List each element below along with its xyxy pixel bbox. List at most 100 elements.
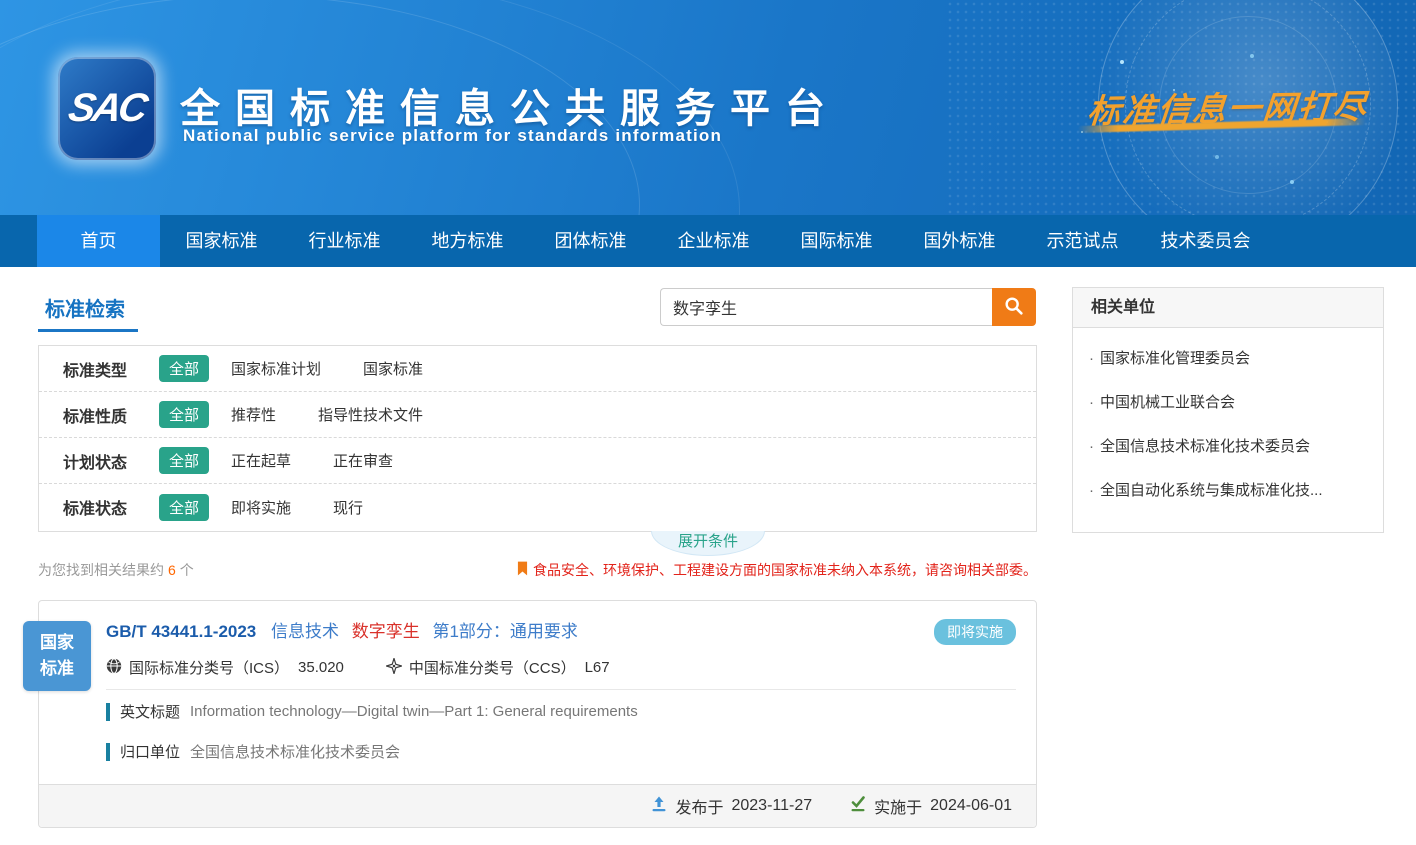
search-button[interactable] — [992, 288, 1036, 326]
published-date: 2023-11-27 — [731, 797, 812, 815]
field-label: 归口单位 — [120, 741, 180, 762]
sidebar-item-label: 全国自动化系统与集成标准化技... — [1100, 482, 1323, 499]
sidebar-item-automation-systems[interactable]: · 全国自动化系统与集成标准化技... — [1089, 469, 1367, 513]
nav-item-foreign-standards[interactable]: 国外标准 — [898, 215, 1021, 267]
sidebar-item-machinery-federation[interactable]: · 中国机械工业联合会 — [1089, 381, 1367, 425]
filter-all-badge[interactable]: 全部 — [159, 494, 209, 521]
standard-title-link[interactable]: GB/T 43441.1-2023 信息技术 数字孪生 第1部分：通用要求 — [106, 617, 578, 642]
list-bullet: · — [1089, 394, 1094, 411]
nav-item-pilot-demo[interactable]: 示范试点 — [1021, 215, 1144, 267]
sac-logo[interactable]: SAC — [58, 57, 156, 160]
publish-upload-icon — [651, 796, 667, 817]
sidebar-item-sac[interactable]: · 国家标准化管理委员会 — [1089, 337, 1367, 381]
published-label: 发布于 — [675, 794, 723, 818]
nav-item-industry-standards[interactable]: 行业标准 — [283, 215, 406, 267]
english-title-field: 英文标题 Information technology—Digital twin… — [106, 701, 638, 722]
implemented-label: 实施于 — [874, 794, 922, 818]
filter-option[interactable]: 国家标准计划 — [231, 358, 321, 379]
system-notice: 食品安全、环境保护、工程建设方面的国家标准未纳入本系统，请咨询相关部委。 — [517, 560, 1037, 580]
standard-title-part2: 第1部分：通用要求 — [432, 622, 577, 641]
sidebar-item-it-standardization[interactable]: · 全国信息技术标准化技术委员会 — [1089, 425, 1367, 469]
list-bullet: · — [1089, 438, 1094, 455]
filter-option[interactable]: 推荐性 — [231, 404, 276, 425]
implemented-date-item: 实施于 2024-06-01 — [850, 794, 1012, 818]
nav-item-home[interactable]: 首页 — [37, 215, 160, 267]
ics-value: 35.020 — [298, 659, 344, 676]
results-info-row: 为您找到相关结果约6个 食品安全、环境保护、工程建设方面的国家标准未纳入本系统，… — [38, 560, 1037, 580]
field-accent-bar — [106, 703, 110, 721]
page: SAC 全国标准信息公共服务平台 National public service… — [0, 0, 1416, 845]
filter-option[interactable]: 现行 — [333, 497, 363, 518]
status-badge: 即将实施 — [934, 619, 1016, 645]
filter-option[interactable]: 即将实施 — [231, 497, 291, 518]
nav-item-national-standards[interactable]: 国家标准 — [160, 215, 283, 267]
expand-conditions-button[interactable]: 展开条件 — [651, 531, 765, 556]
card-footer: 发布于 2023-11-27 实施于 2024-06-01 — [39, 784, 1036, 827]
related-units-list: · 国家标准化管理委员会 · 中国机械工业联合会 · 全国信息技术标准化技术委员会 ·… — [1073, 328, 1383, 513]
filter-label: 计划状态 — [63, 449, 133, 473]
filter-row-plan-status: 计划状态 全部 正在起草 正在审查 — [39, 438, 1036, 484]
filter-row-standard-status: 标准状态 全部 即将实施 现行 — [39, 484, 1036, 530]
results-count-prefix: 为您找到相关结果约 — [38, 562, 164, 578]
section-title-standard-search: 标准检索 — [45, 293, 125, 322]
nav-item-international-standards[interactable]: 国际标准 — [775, 215, 898, 267]
filter-all-badge[interactable]: 全部 — [159, 447, 209, 474]
globe-icon — [106, 658, 122, 678]
nav-item-technical-committees[interactable]: 技术委员会 — [1144, 215, 1267, 267]
ccs-value: L67 — [585, 659, 610, 676]
filter-row-standard-type: 标准类型 全部 国家标准计划 国家标准 — [39, 346, 1036, 392]
competent-unit-field: 归口单位 全国信息技术标准化技术委员会 — [106, 741, 400, 762]
main-nav: 首页 国家标准 行业标准 地方标准 团体标准 企业标准 国际标准 国外标准 示范… — [0, 215, 1416, 267]
related-units-title: 相关单位 — [1073, 288, 1383, 328]
filter-option[interactable]: 正在起草 — [231, 450, 291, 471]
standard-title-highlight: 数字孪生 — [352, 622, 420, 641]
implement-check-icon — [850, 796, 866, 817]
filter-panel: 标准类型 全部 国家标准计划 国家标准 标准性质 全部 推荐性 指导性技术文件 … — [38, 345, 1037, 532]
filter-option[interactable]: 正在审查 — [333, 450, 393, 471]
nav-item-local-standards[interactable]: 地方标准 — [406, 215, 529, 267]
sidebar-item-label: 全国信息技术标准化技术委员会 — [1100, 438, 1310, 455]
compass-icon — [386, 658, 402, 678]
site-subtitle: National public service platform for sta… — [183, 126, 722, 146]
nav-item-enterprise-standards[interactable]: 企业标准 — [652, 215, 775, 267]
list-bullet: · — [1089, 482, 1094, 499]
site-header: SAC 全国标准信息公共服务平台 National public service… — [0, 0, 1416, 215]
implemented-date: 2024-06-01 — [930, 797, 1012, 815]
field-accent-bar — [106, 743, 110, 761]
type-badge-line2: 标准 — [23, 656, 91, 682]
result-card: 国家 标准 GB/T 43441.1-2023 信息技术 数字孪生 第1部分：通… — [38, 600, 1037, 828]
sparkle-decoration — [1120, 60, 1124, 64]
filter-all-badge[interactable]: 全部 — [159, 355, 209, 382]
ics-meta: 国际标准分类号（ICS） 35.020 — [106, 657, 344, 678]
filter-option[interactable]: 国家标准 — [363, 358, 423, 379]
related-units-panel: 相关单位 · 国家标准化管理委员会 · 中国机械工业联合会 · 全国信息技术标准化技术… — [1072, 287, 1384, 533]
sac-logo-text: SAC — [65, 86, 148, 131]
filter-all-badge[interactable]: 全部 — [159, 401, 209, 428]
standard-title-part1: 信息技术 — [271, 622, 339, 641]
card-divider — [106, 689, 1016, 690]
type-badge-line1: 国家 — [23, 630, 91, 656]
nav-item-group-standards[interactable]: 团体标准 — [529, 215, 652, 267]
notice-text: 食品安全、环境保护、工程建设方面的国家标准未纳入本系统，请咨询相关部委。 — [533, 560, 1037, 580]
field-value: 全国信息技术标准化技术委员会 — [190, 741, 400, 762]
filter-label: 标准状态 — [63, 495, 133, 519]
classification-meta-row: 国际标准分类号（ICS） 35.020 中国标准分类号（CCS） L67 — [106, 657, 610, 678]
bookmark-icon — [517, 561, 528, 579]
results-count-suffix: 个 — [180, 562, 194, 578]
sidebar-item-label: 中国机械工业联合会 — [1100, 394, 1235, 411]
results-count-number: 6 — [168, 562, 176, 578]
search-input[interactable] — [660, 288, 992, 326]
filter-option[interactable]: 指导性技术文件 — [318, 404, 423, 425]
field-label: 英文标题 — [120, 701, 180, 722]
filter-label: 标准性质 — [63, 403, 133, 427]
search-box — [660, 288, 1036, 326]
sidebar-item-label: 国家标准化管理委员会 — [1100, 350, 1250, 367]
results-count: 为您找到相关结果约6个 — [38, 560, 194, 580]
filter-row-standard-nature: 标准性质 全部 推荐性 指导性技术文件 — [39, 392, 1036, 438]
list-bullet: · — [1089, 350, 1094, 367]
section-title-underline — [38, 329, 138, 332]
ics-label: 国际标准分类号（ICS） — [129, 657, 289, 678]
ccs-label: 中国标准分类号（CCS） — [409, 657, 576, 678]
standard-code: GB/T 43441.1-2023 — [106, 622, 256, 641]
filter-label: 标准类型 — [63, 357, 133, 381]
